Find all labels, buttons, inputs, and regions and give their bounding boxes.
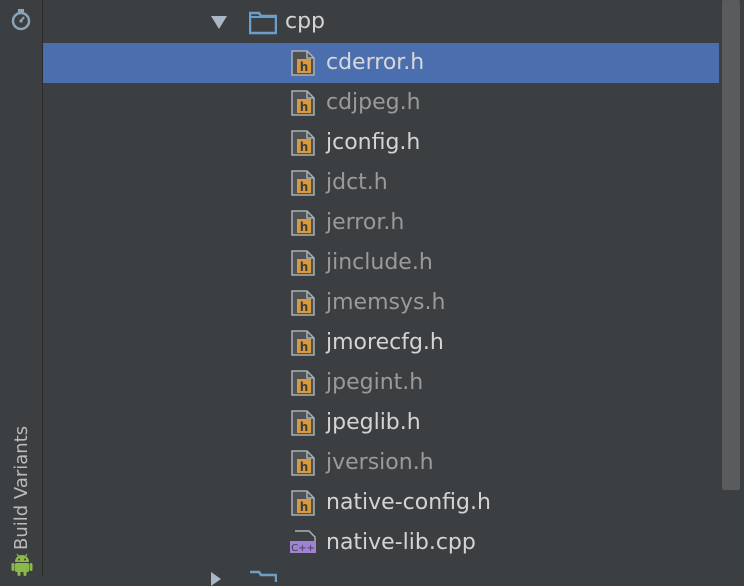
- svg-text:h: h: [300, 340, 309, 354]
- folder-label: cpp: [285, 9, 326, 34]
- folder-icon: [250, 570, 277, 582]
- svg-text:h: h: [300, 500, 309, 514]
- tree-file-row[interactable]: h cdjpeg.h: [43, 83, 739, 123]
- svg-text:h: h: [300, 260, 309, 274]
- triangle-right-icon[interactable]: [209, 572, 223, 586]
- file-name-label: jdct.h: [326, 170, 388, 195]
- file-name-label: jmemsys.h: [326, 290, 446, 315]
- tree-file-row[interactable]: C++ native-lib.cpp: [43, 523, 739, 563]
- file-name-label: native-lib.cpp: [326, 530, 476, 555]
- svg-text:h: h: [300, 300, 309, 314]
- file-name-label: jerror.h: [326, 210, 405, 235]
- tree-file-row[interactable]: h cderror.h: [43, 43, 739, 83]
- header-file-icon: h: [291, 130, 315, 156]
- tree-file-row[interactable]: h jinclude.h: [43, 243, 739, 283]
- svg-text:h: h: [300, 100, 309, 114]
- file-name-label: jversion.h: [326, 450, 434, 475]
- build-variants-label: Build Variants: [11, 425, 32, 550]
- cpp-file-icon: C++: [290, 530, 316, 554]
- header-file-icon: h: [291, 490, 315, 516]
- build-variants-tab[interactable]: Build Variants: [4, 410, 38, 576]
- file-name-label: jmorecfg.h: [326, 330, 444, 355]
- svg-text:h: h: [300, 60, 309, 74]
- file-name-label: jpeglib.h: [326, 410, 421, 435]
- tree-file-row[interactable]: h jmorecfg.h: [43, 323, 739, 363]
- tree-file-row[interactable]: h jpeglib.h: [43, 403, 739, 443]
- header-file-icon: h: [291, 210, 315, 236]
- svg-text:h: h: [300, 140, 309, 154]
- tree-folder-cpp[interactable]: cpp: [43, 2, 739, 42]
- header-file-icon: h: [291, 330, 315, 356]
- tree-file-row[interactable]: h jdct.h: [43, 163, 739, 203]
- android-icon: [11, 553, 33, 576]
- tree-file-row[interactable]: h jconfig.h: [43, 123, 739, 163]
- svg-text:h: h: [300, 420, 309, 434]
- svg-text:h: h: [300, 380, 309, 394]
- svg-text:h: h: [300, 220, 309, 234]
- header-file-icon: h: [291, 170, 315, 196]
- svg-text:h: h: [300, 460, 309, 474]
- header-file-icon: h: [291, 250, 315, 276]
- file-name-label: native-config.h: [326, 490, 491, 515]
- file-name-label: cdjpeg.h: [326, 90, 421, 115]
- tree-file-row[interactable]: h native-config.h: [43, 483, 739, 523]
- svg-text:C++: C++: [291, 543, 315, 554]
- file-name-label: cderror.h: [326, 50, 425, 75]
- file-name-label: jpegint.h: [326, 370, 424, 395]
- svg-text:h: h: [300, 180, 309, 194]
- header-file-icon: h: [291, 370, 315, 396]
- tree-folder-partial[interactable]: [43, 566, 739, 586]
- header-file-icon: h: [291, 90, 315, 116]
- project-tree: cpp h cderror.h h cdjpeg.h h jconfig.h h jdct.h…: [43, 0, 739, 586]
- header-file-icon: h: [291, 410, 315, 436]
- tree-file-row[interactable]: h jversion.h: [43, 443, 739, 483]
- triangle-down-icon[interactable]: [209, 14, 229, 30]
- file-name-label: jconfig.h: [326, 130, 421, 155]
- file-name-label: jinclude.h: [326, 250, 433, 275]
- tree-file-row[interactable]: h jerror.h: [43, 203, 739, 243]
- header-file-icon: h: [291, 290, 315, 316]
- tree-file-row[interactable]: h jmemsys.h: [43, 283, 739, 323]
- header-file-icon: h: [291, 50, 315, 76]
- tree-file-row[interactable]: h jpegint.h: [43, 363, 739, 403]
- scrollbar-thumb[interactable]: [722, 0, 740, 490]
- stopwatch-icon[interactable]: [9, 8, 33, 32]
- tool-window-strip: Build Variants: [0, 0, 43, 576]
- folder-icon: [249, 11, 277, 35]
- header-file-icon: h: [291, 450, 315, 476]
